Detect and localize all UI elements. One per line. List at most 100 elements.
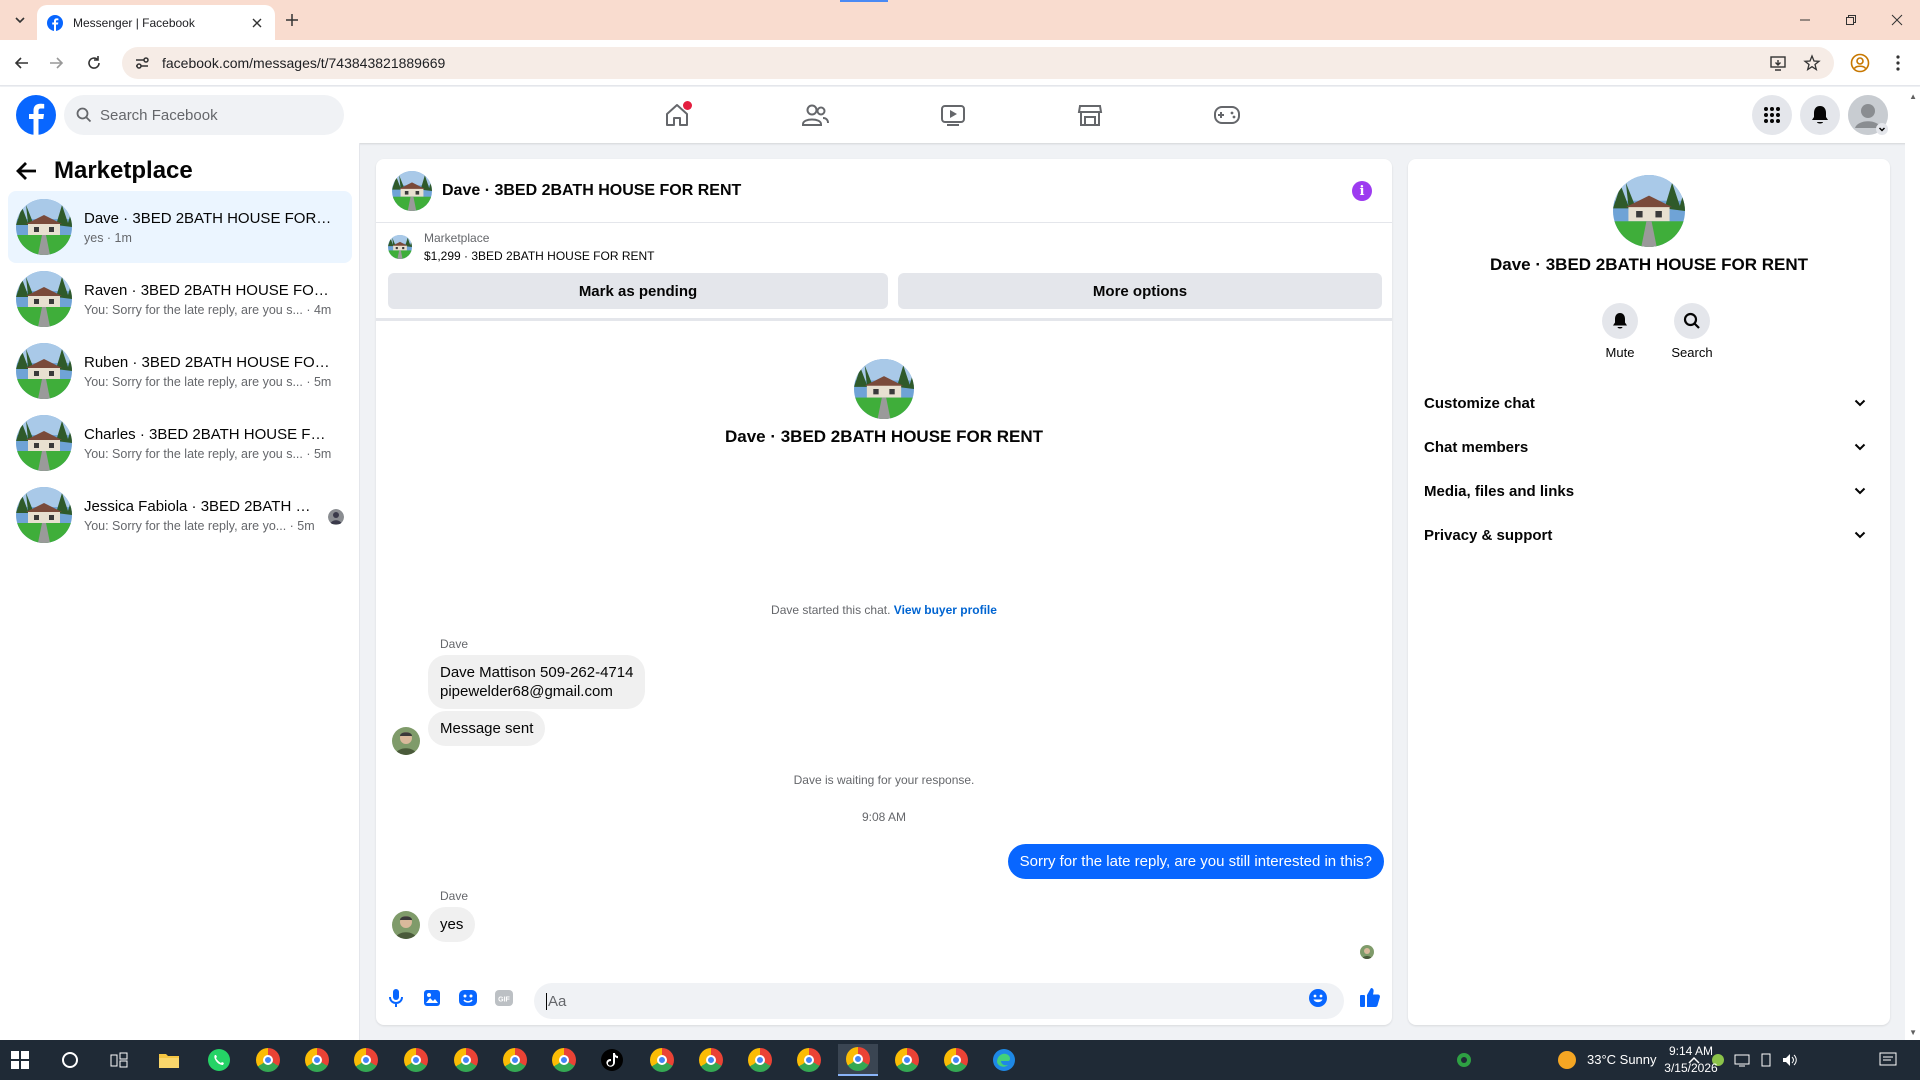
facebook-header: Search Facebook [0,87,1920,143]
install-app-icon[interactable] [1766,51,1790,75]
customize-chat-row[interactable]: Customize chat [1424,381,1874,425]
notifications-bell-icon[interactable] [1800,95,1840,135]
minimize-icon[interactable] [1782,0,1828,40]
bookmark-star-icon[interactable] [1800,51,1824,75]
mark-pending-button[interactable]: Mark as pending [388,273,888,309]
facebook-logo-icon[interactable] [16,95,56,135]
home-nav-icon[interactable] [657,95,697,135]
restore-icon[interactable] [1828,0,1874,40]
back-icon[interactable] [10,51,34,75]
chat-avatar[interactable] [392,171,432,211]
omnibox[interactable]: facebook.com/messages/t/743843821889669 [122,47,1834,79]
emoji-icon[interactable] [1306,986,1330,1010]
tray-network-icon[interactable] [1730,1044,1754,1076]
conversation-item[interactable]: Ruben · 3BED 2BATH HOUSE FOR ... You: So… [8,335,352,407]
gaming-nav-icon[interactable] [1207,95,1247,135]
tiktok-icon[interactable] [592,1044,632,1076]
friends-nav-icon[interactable] [795,95,835,135]
scroll-down-icon[interactable]: ▼ [1909,1028,1917,1037]
listing-avatar [16,487,72,543]
thumbs-up-icon[interactable] [1358,985,1382,1009]
more-options-button[interactable]: More options [898,273,1382,309]
svg-text:GIF: GIF [498,997,510,1004]
chrome-taskbar-icon[interactable] [691,1044,731,1076]
conversation-name: Jessica Fabiola · 3BED 2BATH H... [84,497,316,515]
browser-menu-icon[interactable] [1886,51,1910,75]
task-view-icon[interactable] [99,1044,139,1076]
tray-battery-icon[interactable] [1754,1044,1778,1076]
sticker-icon[interactable] [456,986,480,1010]
view-buyer-profile-link[interactable]: View buyer profile [894,603,997,617]
video-nav-icon[interactable] [933,95,973,135]
weather-text[interactable]: 33°C Sunny [1587,1052,1657,1067]
privacy-support-row[interactable]: Privacy & support [1424,513,1874,557]
edge-icon[interactable] [984,1044,1024,1076]
photo-icon[interactable] [420,986,444,1010]
chrome-taskbar-icon[interactable] [495,1044,535,1076]
forward-icon[interactable] [44,51,68,75]
account-avatar[interactable] [1848,95,1888,135]
back-arrow-icon[interactable] [16,161,38,181]
profile-icon[interactable] [1848,51,1872,75]
search-conversation-button[interactable]: Search [1662,303,1722,360]
facebook-favicon-icon [47,14,63,31]
site-settings-icon[interactable] [134,55,150,71]
media-files-links-row[interactable]: Media, files and links [1424,469,1874,513]
search-icon [1674,303,1710,339]
sender-avatar [392,911,420,939]
info-name: Dave · 3BED 2BATH HOUSE FOR RENT [1489,255,1808,274]
chrome-taskbar-icon[interactable] [887,1044,927,1076]
menu-grid-icon[interactable] [1752,95,1792,135]
chrome-taskbar-icon[interactable] [396,1044,436,1076]
chat-header-name[interactable]: Dave · 3BED 2BATH HOUSE FOR RENT [442,182,741,200]
sidebar-title: Marketplace [54,157,193,184]
conversation-item[interactable]: Dave · 3BED 2BATH HOUSE FOR R... yes · 1… [8,191,352,263]
chrome-taskbar-icon[interactable] [789,1044,829,1076]
file-explorer-icon[interactable] [149,1044,189,1076]
conversation-item[interactable]: Jessica Fabiola · 3BED 2BATH H... You: S… [8,479,352,551]
listing-title[interactable]: $1,299 · 3BED 2BATH HOUSE FOR RENT [424,249,655,263]
chrome-taskbar-icon-active[interactable] [838,1044,878,1076]
new-tab-icon[interactable] [282,10,302,30]
cortana-search-icon[interactable] [50,1044,90,1076]
system-tray-app-icon[interactable] [1444,1044,1484,1076]
conversation-name: Raven · 3BED 2BATH HOUSE FOR ... [84,281,334,299]
gif-icon[interactable]: GIF [492,986,516,1010]
chrome-taskbar-icon[interactable] [936,1044,976,1076]
tab-search-chevron-icon[interactable] [8,9,32,31]
tray-volume-icon[interactable] [1778,1044,1802,1076]
chrome-taskbar-icon[interactable] [446,1044,486,1076]
action-center-icon[interactable] [1872,1044,1904,1076]
whatsapp-icon[interactable] [199,1044,239,1076]
chrome-taskbar-icon[interactable] [740,1044,780,1076]
start-windows-icon[interactable] [0,1044,40,1076]
chat-members-row[interactable]: Chat members [1424,425,1874,469]
page-scrollbar[interactable] [1905,87,1920,1040]
chrome-taskbar-icon[interactable] [346,1044,386,1076]
message-composer: GIF Aa [376,971,1392,1025]
marketplace-nav-icon[interactable] [1070,95,1110,135]
facebook-search-box[interactable]: Search Facebook [64,95,344,135]
conversation-sidebar: Marketplace Dave · 3BED 2BATH HOUSE FOR … [0,143,360,1040]
chrome-taskbar-icon[interactable] [297,1044,337,1076]
browser-tab[interactable]: Messenger | Facebook [37,5,275,40]
mute-label: Mute [1605,345,1635,360]
reload-icon[interactable] [82,51,106,75]
taskbar-clock[interactable]: 9:14 AM 3/15/2026 [1656,1043,1726,1077]
seen-avatar [328,509,344,525]
chrome-taskbar-icon[interactable] [248,1044,288,1076]
chat-header: Dave · 3BED 2BATH HOUSE FOR RENT i [376,159,1392,223]
info-icon[interactable]: i [1352,181,1372,201]
tab-close-icon[interactable] [249,15,265,31]
conversation-item[interactable]: Raven · 3BED 2BATH HOUSE FOR ... You: So… [8,263,352,335]
chrome-taskbar-icon[interactable] [544,1044,584,1076]
scroll-up-icon[interactable]: ▲ [1909,92,1917,101]
microphone-icon[interactable] [384,986,408,1010]
mute-button[interactable]: Mute [1590,303,1650,360]
intro-name: Dave · 3BED 2BATH HOUSE FOR RENT [724,427,1043,446]
weather-sun-icon [1547,1044,1587,1076]
message-input[interactable]: Aa [534,983,1344,1019]
conversation-item[interactable]: Charles · 3BED 2BATH HOUSE FOR... You: S… [8,407,352,479]
close-window-icon[interactable] [1874,0,1920,40]
chrome-taskbar-icon[interactable] [642,1044,682,1076]
